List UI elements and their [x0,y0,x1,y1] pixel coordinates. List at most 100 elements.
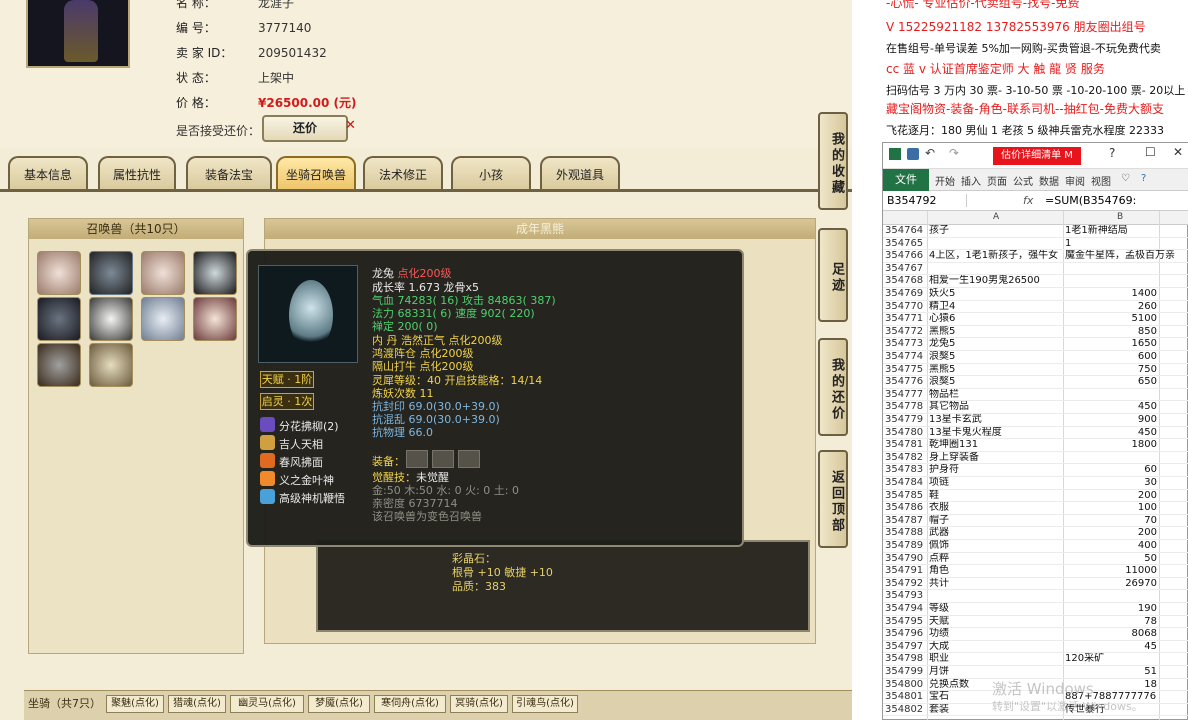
cell-a[interactable]: 鞋 [929,490,1063,503]
cell-a[interactable]: 共计 [929,578,1063,591]
my-favorites-button[interactable]: 我的收藏 [818,112,848,210]
table-row[interactable]: 354777 物品栏 [883,389,1188,402]
table-row[interactable]: 354792 共计 26970 [883,578,1188,591]
cell-b[interactable]: 900 [1063,414,1157,427]
back-to-top-button[interactable]: 返回顶部 [818,450,848,548]
cell-a[interactable]: 浪獒5 [929,376,1063,389]
cell-b[interactable]: 11000 [1063,565,1157,578]
table-row[interactable]: 354781 乾坤圈131 1800 [883,439,1188,452]
table-row[interactable]: 354796 功绩 8068 [883,628,1188,641]
cell-a[interactable]: 黑熊5 [929,326,1063,339]
cell-a[interactable]: 天赋 [929,616,1063,629]
name-box[interactable]: B354792 [887,194,967,207]
pet-slot[interactable] [193,297,237,341]
menu-formula[interactable]: 公式 [1013,173,1033,188]
cell-a[interactable]: 黑熊5 [929,364,1063,377]
pet-slot[interactable] [89,343,133,387]
cell-a[interactable]: 其它物品 [929,401,1063,414]
cell-a[interactable]: 13星卡鬼火程度 [929,427,1063,440]
table-row[interactable]: 354798 职业 120采矿 [883,653,1188,666]
tab-basic-info[interactable]: 基本信息 [8,156,88,190]
cell-b[interactable]: 260 [1063,301,1157,314]
table-row[interactable]: 354791 角色 11000 [883,565,1188,578]
table-row[interactable]: 354799 月饼 51 [883,666,1188,679]
table-row[interactable]: 354785 鞋 200 [883,490,1188,503]
cell-a[interactable]: 精卫4 [929,301,1063,314]
redo-icon[interactable]: ↷ [949,146,959,160]
cell-a[interactable]: 大成 [929,641,1063,654]
cell-b[interactable]: 魔金牛星阵，孟极百万亲 [1065,250,1188,263]
cell-b[interactable]: 200 [1063,527,1157,540]
tab-appearance[interactable]: 外观道具 [540,156,620,190]
cell-a[interactable]: 武器 [929,527,1063,540]
pet-slot[interactable] [89,297,133,341]
table-row[interactable]: 354774 浪獒5 600 [883,351,1188,364]
table-row[interactable]: 354789 佩饰 400 [883,540,1188,553]
cell-a[interactable]: 功绩 [929,628,1063,641]
cell-b[interactable]: 60 [1063,464,1157,477]
help-icon[interactable]: ? [1109,146,1115,160]
table-row[interactable]: 354768 相爱一生190男鬼26500 [883,275,1188,288]
table-row[interactable]: 354795 天赋 78 [883,616,1188,629]
mount-tab[interactable]: 聚魅(点化) [106,695,164,713]
table-row[interactable]: 354787 帽子 70 [883,515,1188,528]
maximize-icon[interactable]: ☐ [1145,145,1156,159]
cell-b[interactable]: 26970 [1063,578,1157,591]
close-icon[interactable]: ✕ [345,118,356,133]
menu-review[interactable]: 审阅 [1065,173,1085,188]
table-row[interactable]: 354772 黑熊5 850 [883,326,1188,339]
table-row[interactable]: 354770 精卫4 260 [883,301,1188,314]
cell-b[interactable]: 1老1新神结局 [1065,225,1188,238]
pet-slot[interactable] [37,297,81,341]
cell-b[interactable]: 850 [1063,326,1157,339]
tab-spells[interactable]: 法术修正 [363,156,443,190]
cell-b[interactable]: 70 [1063,515,1157,528]
table-row[interactable]: 354793 [883,590,1188,603]
table-row[interactable]: 354775 黑熊5 750 [883,364,1188,377]
tab-equipment[interactable]: 装备法宝 [186,156,272,190]
table-row[interactable]: 354790 点粹 50 [883,553,1188,566]
cell-a[interactable]: 物品栏 [929,389,1063,402]
pet-slot[interactable] [37,343,81,387]
pet-slot[interactable] [141,251,185,295]
mount-tab[interactable]: 猎魂(点化) [168,695,226,713]
cell-a[interactable]: 妖火5 [929,288,1063,301]
mount-tab[interactable]: 冥骑(点化) [450,695,508,713]
cell-a[interactable]: 衣服 [929,502,1063,515]
tab-children[interactable]: 小孩 [451,156,531,190]
file-menu[interactable]: 文件 [883,169,929,191]
cell-a[interactable]: 浪獒5 [929,351,1063,364]
cell-b[interactable]: 1650 [1063,338,1157,351]
table-row[interactable]: 354773 龙兔5 1650 [883,338,1188,351]
menu-data[interactable]: 数据 [1039,173,1059,188]
cell-a[interactable]: 心猿6 [929,313,1063,326]
cell-a[interactable]: 佩饰 [929,540,1063,553]
cell-b[interactable]: 51 [1063,666,1157,679]
cell-b[interactable]: 1800 [1063,439,1157,452]
table-row[interactable]: 354765 1 [883,238,1188,251]
cell-b[interactable]: 50 [1063,553,1157,566]
cell-a[interactable]: 角色 [929,565,1063,578]
pet-slot[interactable] [89,251,133,295]
cell-b[interactable]: 190 [1063,603,1157,616]
cell-a[interactable]: 护身符 [929,464,1063,477]
cell-a[interactable]: 点粹 [929,553,1063,566]
cell-a[interactable]: 相爱一生190男鬼26500 [929,275,1063,288]
table-row[interactable]: 354782 身上穿装备 [883,452,1188,465]
menu-insert[interactable]: 插入 [961,173,981,188]
column-a-header[interactable]: A [993,212,999,222]
cell-b[interactable]: 8068 [1063,628,1157,641]
my-counter-offers-button[interactable]: 我的还价 [818,338,848,436]
cell-b[interactable]: 400 [1063,540,1157,553]
cell-a[interactable]: 龙兔5 [929,338,1063,351]
mount-tab[interactable]: 引魂鸟(点化) [512,695,578,713]
cell-b[interactable]: 78 [1063,616,1157,629]
table-row[interactable]: 354764 孩子 1老1新神结局 [883,225,1188,238]
cell-b[interactable]: 450 [1063,427,1157,440]
cell-a[interactable]: 职业 [929,653,1063,666]
cell-b[interactable]: 750 [1063,364,1157,377]
cell-b[interactable]: 45 [1063,641,1157,654]
table-row[interactable]: 354779 13星卡玄武 900 [883,414,1188,427]
counter-offer-button[interactable]: 还价 [262,115,348,142]
table-row[interactable]: 354784 项链 30 [883,477,1188,490]
